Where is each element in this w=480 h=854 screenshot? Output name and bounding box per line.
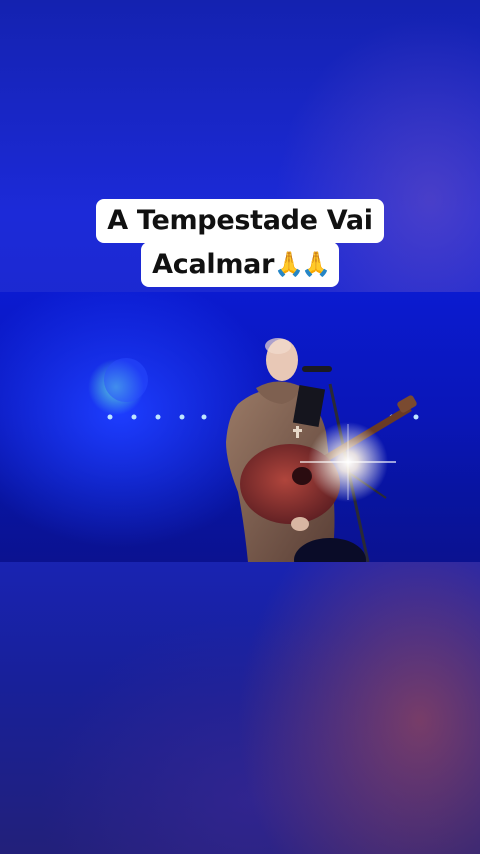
stage-light-blob [104, 358, 148, 402]
microphone [302, 366, 332, 372]
performer-hand [291, 517, 309, 531]
caption-overlay: A Tempestade Vai Acalmar🙏🙏 [0, 199, 480, 287]
video-frame[interactable] [0, 292, 480, 562]
praying-hands-icon: 🙏🙏 [274, 250, 331, 278]
concert-scene [88, 338, 419, 562]
caption-line-2: Acalmar🙏🙏 [141, 242, 339, 287]
caption-line-1: A Tempestade Vai [96, 199, 384, 243]
caption-line-2-text: Acalmar [152, 249, 275, 280]
video-post: A Tempestade Vai Acalmar🙏🙏 [0, 0, 480, 854]
